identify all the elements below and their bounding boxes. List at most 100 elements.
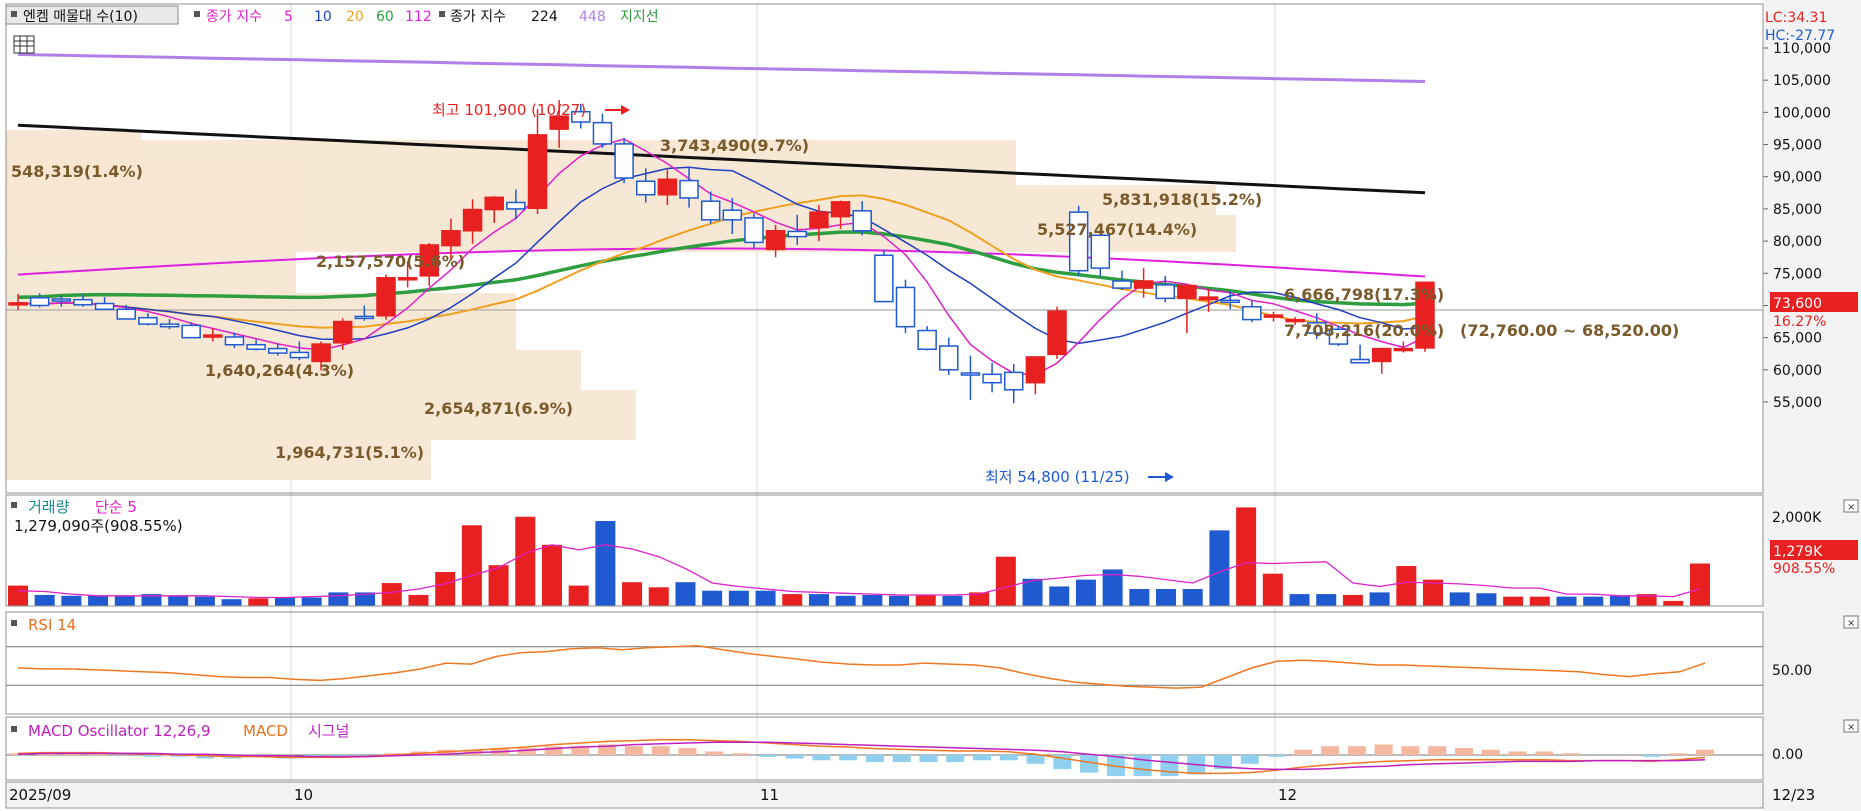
volume-bar-up	[541, 544, 562, 606]
x-label-1: 10	[294, 786, 313, 804]
macd-oscillator-bar	[517, 747, 536, 755]
candle-up	[1198, 296, 1219, 301]
macd-panel-close-button[interactable]: ×	[1843, 719, 1859, 733]
volume-bar-down	[1289, 594, 1310, 606]
volume-value: 1,279,090주(908.55%)	[14, 517, 183, 535]
volume-bar-up	[435, 572, 456, 606]
macd-oscillator-bar	[1669, 753, 1688, 755]
macd-oscillator-bar	[1321, 746, 1340, 755]
candle-down	[874, 254, 894, 303]
macd-oscillator-bar	[1240, 755, 1259, 764]
legend-square-icon	[439, 11, 445, 17]
volume-bar-down	[168, 595, 189, 606]
legend-ma-20: 20	[346, 9, 364, 25]
volume-bar-down	[301, 597, 322, 606]
legend-square-icon	[11, 502, 17, 508]
macd-label: MACD	[243, 722, 288, 740]
low-annotation: 최저 54,800 (11/25)	[985, 468, 1130, 486]
legend-ma-112: 112	[405, 9, 432, 25]
profile-label-3: 1,640,264(4.3%)	[205, 361, 354, 380]
volume-bar-down	[328, 592, 349, 606]
volume-bar-up	[1236, 507, 1257, 606]
volume-bar-up	[782, 594, 803, 606]
legend-ma-448: 448	[579, 9, 606, 25]
price-tick-label: 55,000	[1773, 395, 1822, 411]
current-price: 73,600	[1773, 296, 1822, 312]
macd-oscillator-bar	[732, 753, 750, 755]
table-icon[interactable]	[13, 35, 35, 54]
candle-down	[159, 323, 180, 328]
candle-down	[635, 180, 656, 196]
legend-ma-prefix: 종가 지수	[206, 9, 262, 25]
volume-bar-down	[755, 590, 776, 606]
svg-text:×: ×	[1847, 502, 1855, 513]
profile-label-5: 1,964,731(5.1%)	[275, 443, 424, 462]
volume-badge-pct: 908.55%	[1773, 561, 1835, 577]
volume-title: 거래량	[28, 498, 70, 516]
legend-support: 지지선	[620, 9, 659, 25]
candle-down	[939, 345, 959, 371]
volume-bar-down	[1075, 579, 1096, 606]
candle-down	[138, 316, 158, 325]
macd-oscillator-bar	[624, 746, 643, 755]
profile-label-10: 7,708,216(20.0%)	[1284, 321, 1444, 340]
candle-down	[506, 201, 526, 210]
volume-bar-down	[61, 595, 82, 606]
candle-up	[830, 201, 851, 218]
volume-axis-label: 2,000K	[1772, 510, 1822, 526]
rsi-panel-close-button[interactable]: ×	[1843, 615, 1859, 629]
candle-up	[8, 302, 28, 306]
volume-bar-down	[1182, 589, 1203, 606]
profile-band-8	[6, 140, 1016, 185]
macd-oscillator-bar	[705, 751, 724, 755]
volume-bar-up	[568, 585, 589, 606]
volume-bar-down	[1476, 593, 1497, 606]
price-tick-label: 90,000	[1773, 170, 1822, 186]
macd-oscillator-bar	[1374, 744, 1393, 755]
macd-title: MACD Oscillator 12,26,9	[28, 722, 211, 740]
legend-ma-224: 224	[531, 9, 558, 25]
legend-ma-60: 60	[376, 9, 394, 25]
candle-up	[765, 230, 786, 251]
candle-down	[1350, 358, 1370, 364]
candle-up	[376, 277, 396, 317]
rsi-title: RSI 14	[28, 616, 76, 634]
profile-label-8: 5,527,467(14.4%)	[1037, 220, 1197, 239]
candle-up	[397, 277, 418, 281]
macd-oscillator-bar	[946, 755, 965, 763]
legend-square-icon	[11, 620, 17, 626]
volume-panel-close-button[interactable]: ×	[1843, 499, 1859, 513]
volume-bar-down	[1209, 530, 1230, 606]
candle-up	[1025, 356, 1046, 384]
volume-bar-up	[1342, 594, 1363, 606]
candle-down	[29, 296, 50, 307]
profile-label-6: 3,743,490(9.7%)	[660, 136, 809, 155]
volume-bar-down	[88, 595, 109, 606]
candle-down	[614, 143, 634, 179]
profile-label-4: 2,654,871(6.9%)	[424, 399, 573, 418]
x-axis-frame	[5, 781, 1764, 809]
candle-down	[224, 336, 245, 346]
macd-oscillator-bar	[1535, 751, 1554, 755]
profile-label-7: 5,831,918(15.2%)	[1102, 190, 1262, 209]
svg-text:×: ×	[1847, 722, 1855, 733]
volume-ma-label: 단순 5	[95, 498, 137, 516]
macd-oscillator-bar	[651, 746, 670, 755]
candle-up	[311, 343, 331, 363]
price-tick-label: 100,000	[1773, 105, 1831, 121]
legend-long-prefix: 종가 지수	[450, 9, 506, 25]
candle-down	[1155, 284, 1175, 300]
candle-down	[700, 200, 721, 221]
candle-down	[679, 179, 699, 199]
stock-chart: 110,000105,000100,00095,00090,00085,0008…	[0, 0, 1861, 811]
candle-up	[1047, 310, 1067, 356]
volume-bar-down	[1449, 592, 1470, 606]
price-tick-label: 75,000	[1773, 266, 1822, 282]
candle-up	[527, 134, 548, 210]
macd-oscillator-bar	[865, 755, 884, 763]
volume-bar-up	[248, 598, 269, 606]
volume-bar-up	[1529, 596, 1550, 606]
macd-oscillator-bar	[1642, 755, 1661, 757]
rsi-axis-label: 50.00	[1772, 663, 1812, 679]
candle-down	[744, 217, 764, 244]
